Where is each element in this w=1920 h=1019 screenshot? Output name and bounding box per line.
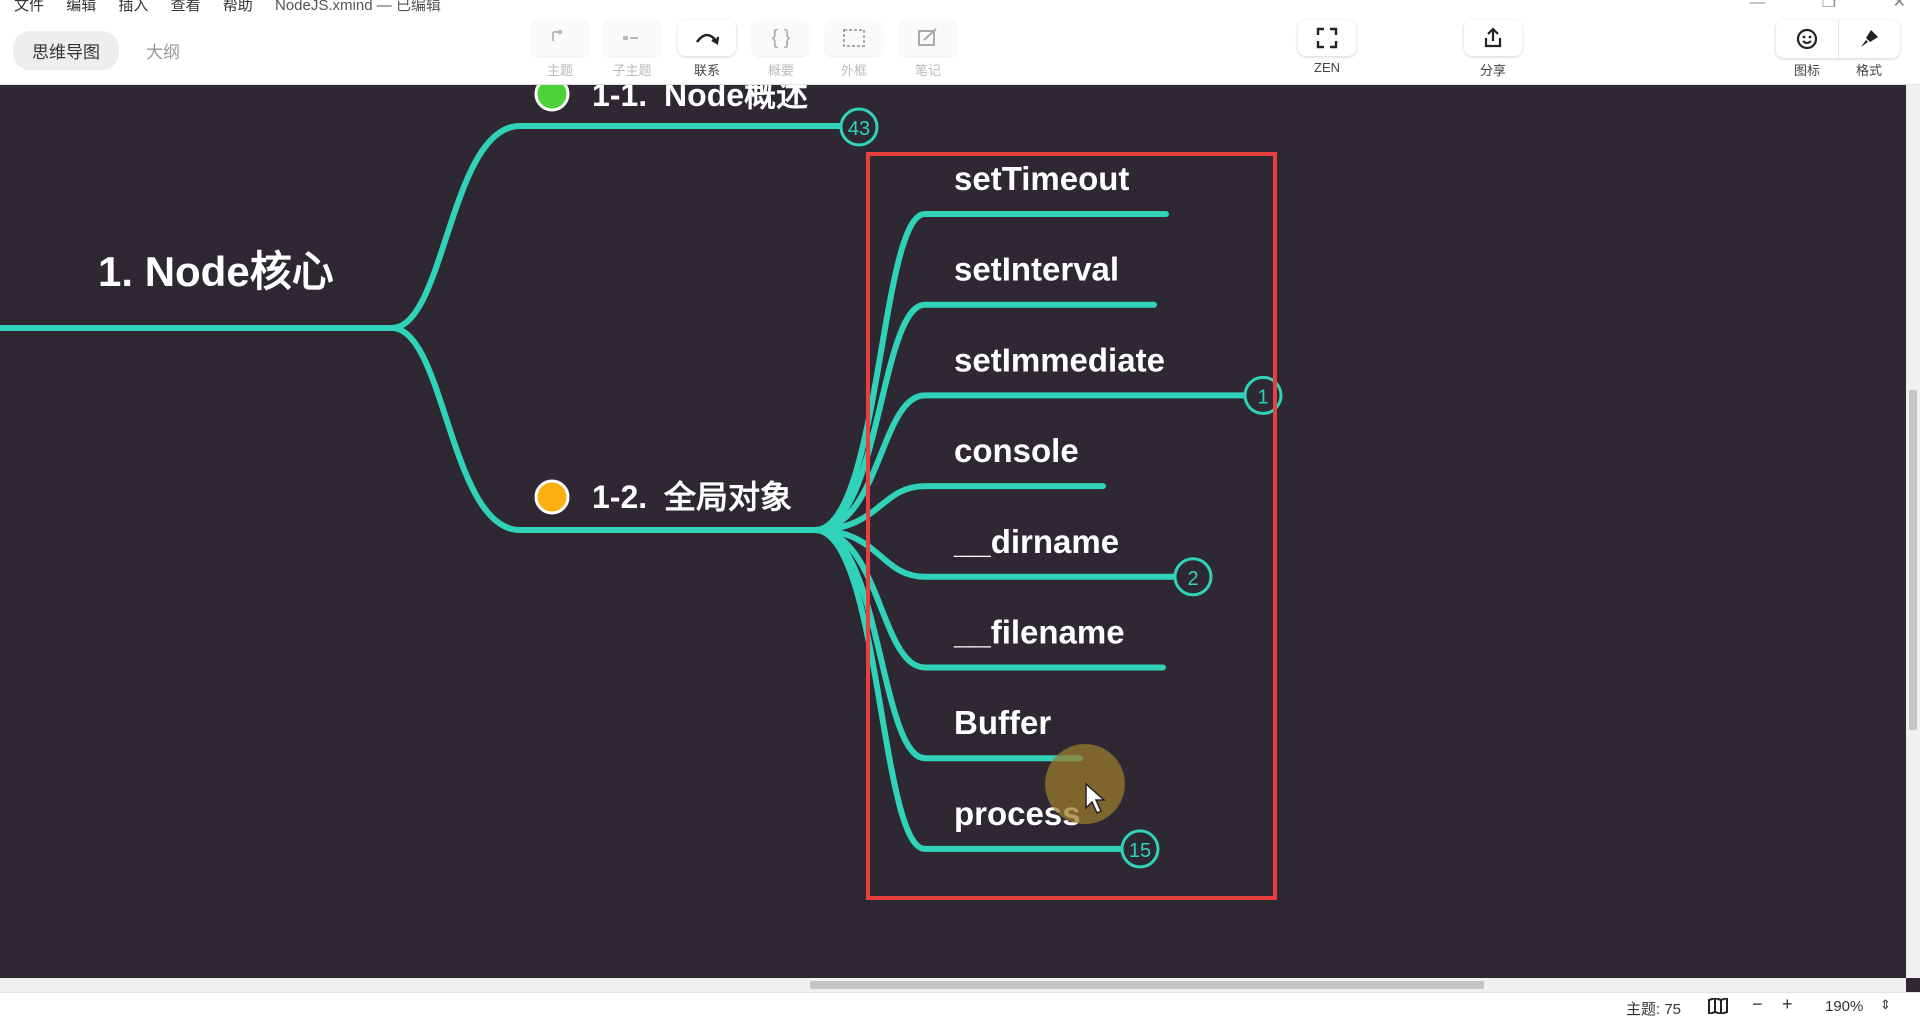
tab-mindmap[interactable]: 思维导图 xyxy=(13,30,119,70)
panel-toggle-labels: 图标 格式 xyxy=(1776,60,1900,79)
connector-lines xyxy=(0,123,867,533)
branch-1-marker xyxy=(534,84,570,112)
subtopic-5[interactable]: __dirname xyxy=(953,523,1119,560)
summary-icon: { } xyxy=(771,26,791,49)
fullscreen-icon xyxy=(1316,27,1338,49)
subtopic-badge-count: 2 xyxy=(1187,568,1198,590)
top-toolbar: 文件 编辑 插入 查看 帮助 NodeJS.xmind — 已编辑 — ❐ ✕ … xyxy=(0,0,1920,85)
menu-help[interactable]: 帮助 xyxy=(223,0,253,14)
branch-1-badge-count: 43 xyxy=(848,118,870,140)
menu-bar: 文件 编辑 插入 查看 帮助 xyxy=(14,0,271,14)
panel-toggle-group xyxy=(1776,20,1900,58)
branch-2-prefix: 1-2. xyxy=(592,479,647,515)
status-bar: 主题: 75 − + 190% ⇕ xyxy=(0,992,1920,1019)
vertical-scroll-thumb[interactable] xyxy=(1909,390,1917,730)
vertical-scrollbar[interactable] xyxy=(1906,84,1920,978)
branch-2-topic[interactable]: 1-2. 全局对象 xyxy=(592,479,792,515)
icon-panel-button[interactable] xyxy=(1776,20,1839,58)
tab-outline[interactable]: 大纲 xyxy=(127,31,199,70)
boundary-icon xyxy=(843,29,865,47)
subtopic-6[interactable]: __filename xyxy=(953,614,1125,651)
zoom-level: 190% xyxy=(1825,998,1864,1015)
menu-edit[interactable]: 编辑 xyxy=(66,0,96,14)
share-button[interactable]: 分享 xyxy=(1464,20,1522,79)
note-icon xyxy=(918,28,937,46)
minimize-icon[interactable]: — xyxy=(1749,0,1765,11)
relationship-button[interactable]: 联系 xyxy=(678,20,736,79)
topic-icon xyxy=(552,30,562,41)
subtopic-1[interactable]: setTimeout xyxy=(954,160,1129,197)
subtopic-4[interactable]: console xyxy=(954,432,1079,469)
subtopic-7[interactable]: Buffer xyxy=(954,704,1051,741)
menu-file[interactable]: 文件 xyxy=(14,0,44,14)
zen-button[interactable]: ZEN xyxy=(1298,20,1356,75)
zoom-stepper-icon[interactable]: ⇕ xyxy=(1880,997,1891,1013)
subtopic-badge-count: 1 xyxy=(1257,386,1268,408)
horizontal-scroll-thumb[interactable] xyxy=(810,981,1484,989)
subtopic-button[interactable]: 子主题 xyxy=(603,20,661,79)
subtopic-2[interactable]: setInterval xyxy=(954,251,1119,288)
brush-icon xyxy=(1861,30,1879,47)
mindmap-svg: 1. Node核心 1-1. Node概述 43 1-2. 全局对象 setTi… xyxy=(0,84,1283,900)
window-title: NodeJS.xmind — 已编辑 xyxy=(275,0,441,14)
menu-insert[interactable]: 插入 xyxy=(118,0,148,14)
branch-1-badge[interactable]: 43 xyxy=(839,107,879,147)
branch-1-topic[interactable]: 1-1. Node概述 xyxy=(592,84,808,113)
icon-panel-label: 图标 xyxy=(1793,63,1820,78)
branch-2-marker xyxy=(534,479,570,515)
share-icon xyxy=(1484,27,1502,48)
branch-line-1 xyxy=(389,123,867,331)
zoom-out-button[interactable]: − xyxy=(1752,994,1763,1015)
close-icon[interactable]: ✕ xyxy=(1893,0,1906,11)
horizontal-scrollbar[interactable] xyxy=(0,978,1906,992)
maximize-icon[interactable]: ❐ xyxy=(1822,0,1836,11)
boundary-button[interactable]: 外框 xyxy=(825,20,883,79)
menu-view[interactable]: 查看 xyxy=(171,0,201,14)
relationship-icon xyxy=(695,33,720,45)
subtopic-3[interactable]: setImmediate xyxy=(954,341,1165,378)
branch-1-label: Node概述 xyxy=(664,84,808,113)
smiley-icon xyxy=(1796,28,1817,50)
map-view-icon[interactable] xyxy=(1708,996,1728,1018)
format-panel-label: 格式 xyxy=(1855,63,1882,78)
mindmap-canvas[interactable]: 1. Node核心 1-1. Node概述 43 1-2. 全局对象 setTi… xyxy=(0,84,1906,978)
zoom-in-button[interactable]: + xyxy=(1782,994,1793,1015)
branch-2-label: 全局对象 xyxy=(663,479,792,515)
format-panel-button[interactable] xyxy=(1839,20,1901,58)
summary-button[interactable]: { } 概要 xyxy=(752,20,810,79)
topic-button[interactable]: 主题 xyxy=(531,20,589,79)
note-button[interactable]: 笔记 xyxy=(899,20,957,79)
subtopic-line xyxy=(812,301,1157,533)
cursor-click-halo xyxy=(1045,744,1125,824)
subtopic-badge-count: 15 xyxy=(1129,840,1151,862)
topic-count: 主题: 75 xyxy=(1626,1001,1682,1018)
window-controls: — ❐ ✕ xyxy=(1697,0,1906,12)
central-topic[interactable]: 1. Node核心 xyxy=(98,248,334,295)
branch-1-prefix: 1-1. xyxy=(592,84,647,113)
view-tabs: 思维导图 大纲 xyxy=(13,30,199,70)
subtopic-icon xyxy=(623,36,638,40)
